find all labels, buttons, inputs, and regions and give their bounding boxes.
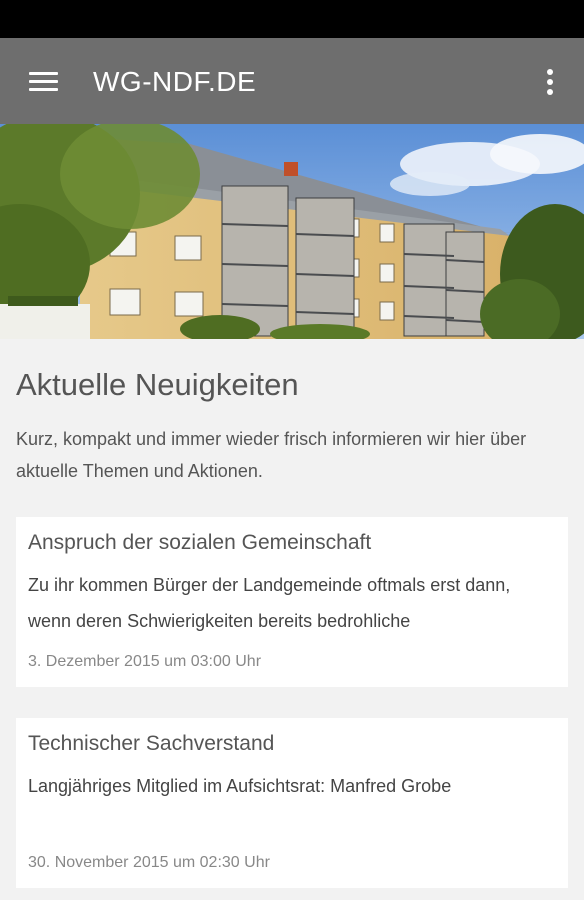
news-date: 30. November 2015 um 02:30 Uhr xyxy=(28,854,270,871)
news-excerpt: Langjähriges Mitglied im Aufsichtsrat: M… xyxy=(28,776,452,796)
menu-line xyxy=(29,80,58,83)
intro-text: Kurz, kompakt und immer wieder frisch in… xyxy=(16,429,527,481)
apartment-building-photo xyxy=(0,124,584,339)
news-card[interactable]: Technischer Sachverstand Langjähriges Mi… xyxy=(16,718,568,888)
news-excerpt: Zu ihr kommen Bürger der Landgemeinde of… xyxy=(28,575,511,631)
overflow-dot xyxy=(547,89,553,95)
news-card[interactable]: Anspruch der sozialen Gemeinschaft Zu ih… xyxy=(16,517,568,687)
news-date: 3. Dezember 2015 um 03:00 Uhr xyxy=(28,653,262,670)
status-bar xyxy=(0,0,584,38)
hamburger-menu-icon[interactable] xyxy=(18,60,66,104)
app-title: WG-NDF.DE xyxy=(93,66,257,97)
page-title: Aktuelle Neuigkeiten xyxy=(16,367,299,402)
hero-image xyxy=(0,124,584,339)
news-title: Anspruch der sozialen Gemeinschaft xyxy=(28,531,372,554)
menu-line xyxy=(29,88,58,91)
news-title: Technischer Sachverstand xyxy=(28,732,275,755)
overflow-dot xyxy=(547,79,553,85)
overflow-dot xyxy=(547,69,553,75)
menu-line xyxy=(29,72,58,75)
more-vert-icon[interactable] xyxy=(528,60,572,104)
app-bar: WG-NDF.DE xyxy=(0,38,584,124)
